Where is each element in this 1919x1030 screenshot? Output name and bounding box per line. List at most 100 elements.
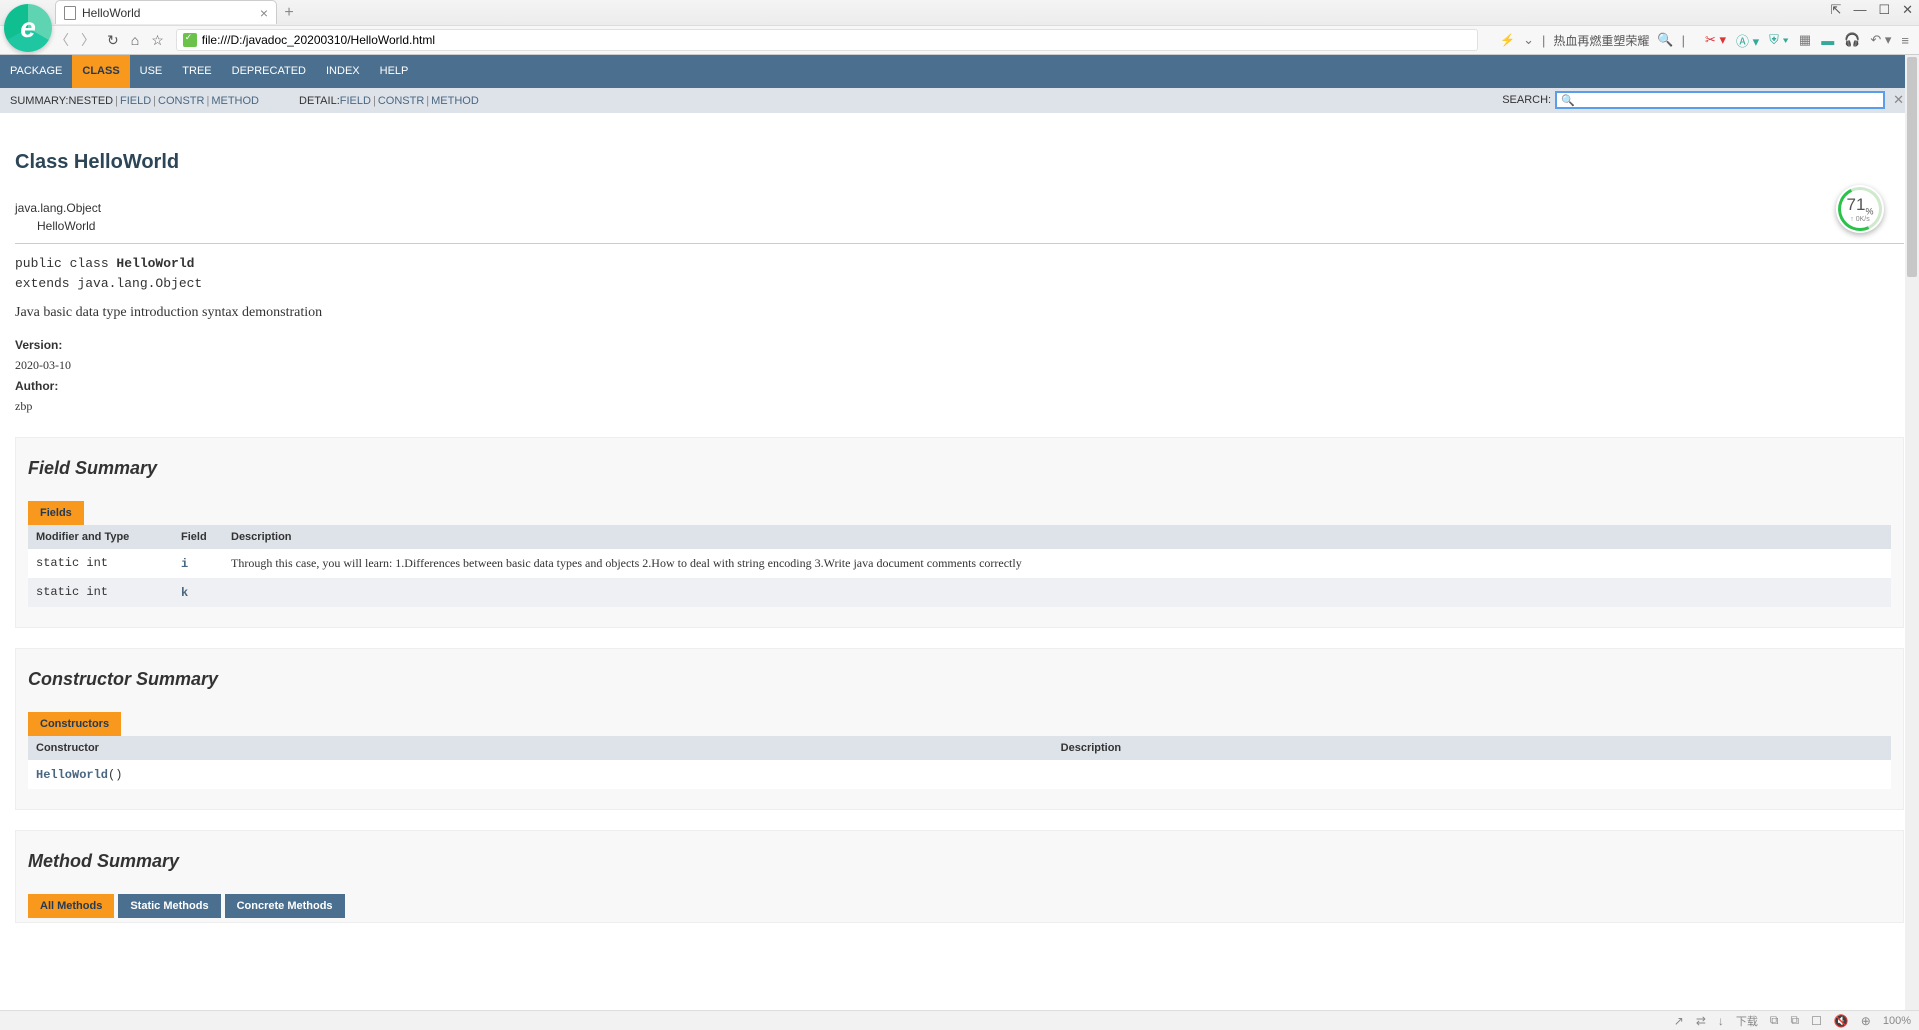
minimize-icon[interactable]: — bbox=[1853, 2, 1866, 18]
qr-icon[interactable]: ▦ bbox=[1799, 32, 1811, 48]
javadoc-search: SEARCH: 🔍 ✕ bbox=[1502, 91, 1904, 109]
nav-use[interactable]: USE bbox=[130, 55, 173, 88]
translate-icon[interactable]: Ⓐ ▾ bbox=[1736, 31, 1759, 50]
mute-icon[interactable]: 🔇 bbox=[1834, 1014, 1849, 1028]
javadoc-body: Class HelloWorld java.lang.Object HelloW… bbox=[0, 113, 1919, 1010]
tab-all-methods[interactable]: All Methods bbox=[28, 894, 114, 918]
perf-percent: 71% bbox=[1847, 195, 1874, 216]
sep: | bbox=[115, 95, 118, 107]
detail-field-link[interactable]: FIELD bbox=[340, 95, 371, 107]
divider-line bbox=[15, 243, 1904, 244]
status-icon[interactable]: ⧉ bbox=[1770, 1013, 1779, 1028]
summary-constr-link[interactable]: CONSTR bbox=[158, 95, 204, 107]
author-label: Author: bbox=[15, 376, 1904, 396]
method-tabs: All Methods Static Methods Concrete Meth… bbox=[28, 894, 1891, 918]
nav-tree[interactable]: TREE bbox=[172, 55, 221, 88]
col-ctor-desc: Description bbox=[1053, 736, 1891, 760]
address-bar[interactable] bbox=[176, 29, 1478, 51]
fields-table: Modifier and Type Field Description stat… bbox=[28, 525, 1891, 607]
bolt-icon[interactable]: ⚡ bbox=[1500, 33, 1515, 47]
summary-label: SUMMARY: bbox=[10, 95, 68, 107]
performance-badge[interactable]: 71% ↑ 0K/s bbox=[1836, 185, 1884, 233]
summary-method-link[interactable]: METHOD bbox=[211, 95, 259, 107]
detail-label: DETAIL: bbox=[299, 95, 340, 107]
shield-icon[interactable]: ⛨ ▾ bbox=[1769, 32, 1789, 48]
tab-concrete-methods[interactable]: Concrete Methods bbox=[225, 894, 345, 918]
col-field: Field bbox=[173, 525, 223, 549]
field-summary-block: Field Summary Fields Modifier and Type F… bbox=[15, 437, 1904, 628]
cell-mod: static int bbox=[28, 549, 173, 578]
search-box[interactable]: 🔍 bbox=[1555, 91, 1885, 109]
scissors-icon[interactable]: ✂ ▾ bbox=[1705, 32, 1726, 48]
vertical-scrollbar[interactable] bbox=[1905, 55, 1919, 1010]
undo-icon[interactable]: ↶ ▾ bbox=[1870, 32, 1891, 48]
promo-text[interactable]: 热血再燃重塑荣耀 bbox=[1553, 32, 1649, 49]
tab-static-methods[interactable]: Static Methods bbox=[118, 894, 220, 918]
status-icon[interactable]: ⇄ bbox=[1696, 1014, 1706, 1028]
maximize-icon[interactable]: ☐ bbox=[1878, 2, 1890, 18]
decl-name: HelloWorld bbox=[116, 256, 194, 271]
search-icon[interactable]: 🔍 bbox=[1657, 32, 1673, 48]
class-title: Class HelloWorld bbox=[15, 151, 1904, 174]
table-row: HelloWorld() bbox=[28, 760, 1891, 789]
window-controls: ⇱ — ☐ ✕ bbox=[1831, 2, 1913, 18]
nav-class[interactable]: CLASS bbox=[72, 55, 129, 88]
scrollbar-thumb[interactable] bbox=[1907, 57, 1917, 277]
field-link-k[interactable]: k bbox=[181, 586, 188, 600]
forward-icon[interactable]: 〉 bbox=[81, 30, 95, 50]
cell-desc bbox=[1053, 760, 1891, 789]
home-icon[interactable]: ⌂ bbox=[131, 32, 139, 48]
battery-icon[interactable]: ▬ bbox=[1821, 33, 1834, 48]
file-icon bbox=[64, 6, 76, 20]
pin-icon[interactable]: ⇱ bbox=[1831, 2, 1842, 18]
headphones-icon[interactable]: 🎧 bbox=[1844, 32, 1860, 48]
detail-method-link[interactable]: METHOD bbox=[431, 95, 479, 107]
method-summary-block: Method Summary All Methods Static Method… bbox=[15, 830, 1904, 923]
class-meta: Version: 2020-03-10 Author: zbp bbox=[15, 335, 1904, 417]
new-tab-button[interactable]: + bbox=[277, 0, 301, 25]
clear-search-icon[interactable]: ✕ bbox=[1893, 92, 1904, 108]
reload-icon[interactable]: ↻ bbox=[107, 32, 119, 49]
inheritance-tree: java.lang.Object HelloWorld bbox=[15, 199, 1904, 235]
status-icon[interactable]: ↗ bbox=[1674, 1014, 1684, 1028]
chevron-down-icon[interactable]: ⌄ bbox=[1523, 32, 1534, 48]
security-shield-icon bbox=[183, 33, 197, 47]
nav-package[interactable]: PACKAGE bbox=[0, 55, 72, 88]
menu-icon[interactable]: ≡ bbox=[1901, 33, 1909, 48]
version-label: Version: bbox=[15, 335, 1904, 355]
decl-extends: extends java.lang.Object bbox=[15, 276, 202, 291]
magnifier-icon: 🔍 bbox=[1561, 94, 1575, 107]
zoom-level[interactable]: 100% bbox=[1883, 1015, 1911, 1027]
nav-help[interactable]: HELP bbox=[370, 55, 419, 88]
ctor-args: () bbox=[108, 768, 122, 782]
search-label: SEARCH: bbox=[1502, 94, 1551, 106]
constructor-summary-block: Constructor Summary Constructors Constru… bbox=[15, 648, 1904, 810]
constructor-summary-title: Constructor Summary bbox=[28, 669, 1891, 690]
download-label[interactable]: 下载 bbox=[1736, 1013, 1758, 1029]
sep: | bbox=[426, 95, 429, 107]
detail-constr-link[interactable]: CONSTR bbox=[378, 95, 424, 107]
browser-tab-strip: HelloWorld × + ⇱ — ☐ ✕ bbox=[0, 0, 1919, 25]
status-icon[interactable]: ☐ bbox=[1811, 1014, 1822, 1028]
summary-field-link[interactable]: FIELD bbox=[120, 95, 151, 107]
table-row: static int k bbox=[28, 578, 1891, 607]
favorite-icon[interactable]: ☆ bbox=[151, 32, 164, 49]
url-input[interactable] bbox=[202, 33, 1471, 47]
nav-deprecated[interactable]: DEPRECATED bbox=[222, 55, 316, 88]
back-icon[interactable]: 〈 bbox=[55, 30, 69, 50]
close-window-icon[interactable]: ✕ bbox=[1902, 2, 1913, 18]
table-row: static int i Through this case, you will… bbox=[28, 549, 1891, 578]
search-input[interactable] bbox=[1578, 94, 1879, 106]
browser-tab[interactable]: HelloWorld × bbox=[55, 0, 277, 24]
inherit-parent: java.lang.Object bbox=[15, 199, 1904, 217]
close-tab-icon[interactable]: × bbox=[260, 5, 268, 21]
nav-index[interactable]: INDEX bbox=[316, 55, 370, 88]
ctor-link[interactable]: HelloWorld bbox=[36, 768, 108, 782]
download-icon[interactable]: ↓ bbox=[1718, 1014, 1724, 1028]
fields-caption: Fields bbox=[28, 501, 84, 525]
field-link-i[interactable]: i bbox=[181, 557, 188, 571]
constructors-caption: Constructors bbox=[28, 712, 121, 736]
status-icon[interactable]: ⧉ bbox=[1791, 1013, 1800, 1028]
sep: | bbox=[153, 95, 156, 107]
zoom-icon[interactable]: ⊕ bbox=[1861, 1014, 1871, 1028]
